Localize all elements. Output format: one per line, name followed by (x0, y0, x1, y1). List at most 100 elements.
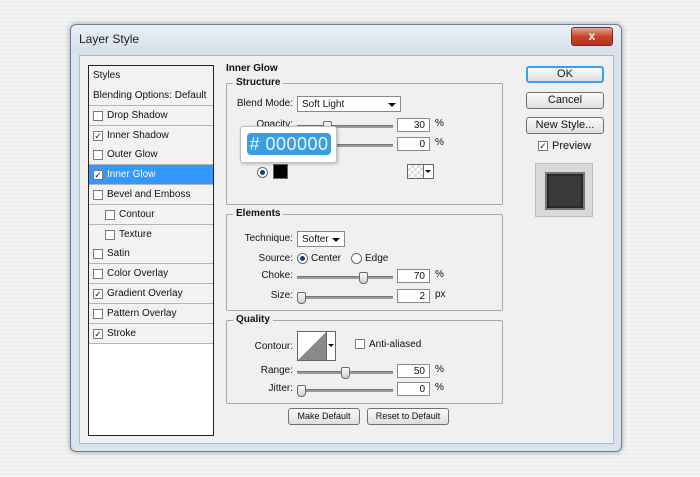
style-item-label: Inner Shadow (107, 129, 169, 141)
new-style-button[interactable]: New Style... (526, 117, 604, 134)
noise-input[interactable]: 0 (397, 137, 430, 151)
jitter-slider-thumb[interactable] (297, 385, 306, 397)
close-button[interactable]: x (571, 27, 613, 46)
source-label: Source: (258, 253, 293, 264)
style-item-label: Drop Shadow (107, 109, 168, 121)
range-label: Range: (260, 365, 293, 376)
style-checkbox[interactable] (93, 150, 103, 161)
size-slider[interactable] (297, 292, 393, 304)
jitter-label: Jitter: (268, 383, 293, 394)
color-tooltip: # 000000 (240, 126, 337, 163)
styles-list-item[interactable]: Color Overlay (89, 264, 213, 285)
size-label: Size: (270, 290, 293, 301)
range-unit: % (435, 364, 444, 375)
dialog-body: Styles Blending Options: Default Drop Sha… (79, 55, 614, 444)
source-center-radio[interactable] (297, 253, 308, 264)
styles-list-item[interactable]: Texture (89, 224, 213, 245)
source-center-label: Center (311, 253, 342, 264)
style-item-label: Pattern Overlay (107, 307, 177, 319)
style-item-label: Contour (119, 208, 155, 220)
styles-header-label: Styles (93, 70, 121, 81)
styles-list-item[interactable]: ✓ Inner Shadow (89, 125, 213, 146)
style-checkbox-checked[interactable]: ✓ (93, 170, 103, 181)
styles-list-item[interactable]: Bevel and Emboss (89, 185, 213, 205)
styles-list-item[interactable]: Drop Shadow (89, 105, 213, 126)
close-icon: x (588, 29, 596, 43)
contour-label: Contour: (254, 341, 293, 352)
style-checkbox-checked[interactable]: ✓ (93, 130, 103, 141)
size-unit: px (435, 289, 446, 300)
range-slider[interactable] (297, 367, 393, 379)
anti-aliased-checkbox[interactable] (355, 339, 365, 349)
style-checkbox[interactable] (93, 110, 103, 121)
contour-icon (298, 332, 326, 360)
styles-header[interactable]: Styles (88, 65, 214, 87)
color-radio[interactable] (257, 167, 268, 178)
styles-list-item[interactable]: Contour (89, 204, 213, 225)
styles-list-item[interactable]: Outer Glow (89, 145, 213, 166)
cancel-button[interactable]: Cancel (526, 92, 604, 109)
preview-swatch (545, 172, 585, 210)
contour-preview[interactable] (297, 331, 327, 361)
style-checkbox[interactable] (93, 249, 103, 260)
styles-list-item[interactable]: Blending Options: Default (89, 86, 213, 106)
size-input[interactable]: 2 (397, 289, 430, 303)
ok-button[interactable]: OK (526, 66, 604, 83)
quality-group: Quality Contour: Anti-aliased Range: 50 … (226, 314, 503, 404)
choke-slider-thumb[interactable] (359, 272, 368, 284)
choke-unit: % (435, 269, 444, 280)
choke-label: Choke: (261, 270, 293, 281)
preview-checkbox[interactable]: ✓ (538, 141, 548, 151)
style-checkbox[interactable] (93, 308, 103, 319)
style-item-label: Inner Glow (107, 169, 156, 181)
source-edge-radio[interactable] (351, 253, 362, 264)
color-hex-label: # 000000 (247, 133, 331, 155)
jitter-input[interactable]: 0 (397, 382, 430, 396)
range-input[interactable]: 50 (397, 364, 430, 378)
choke-input[interactable]: 70 (397, 269, 430, 283)
style-checkbox-checked[interactable]: ✓ (93, 289, 103, 299)
technique-select[interactable]: Softer (297, 231, 345, 247)
chevron-down-icon (388, 103, 396, 107)
glow-color-swatch[interactable] (273, 164, 288, 179)
jitter-unit: % (435, 382, 444, 393)
reset-default-button[interactable]: Reset to Default (367, 408, 449, 425)
style-checkbox[interactable] (93, 190, 103, 200)
style-checkbox[interactable] (105, 209, 115, 220)
style-item-label: Texture (119, 228, 152, 240)
panel-title: Inner Glow (226, 63, 278, 74)
make-default-button[interactable]: Make Default (288, 408, 360, 425)
gradient-dropdown[interactable] (423, 164, 434, 179)
styles-list-item[interactable]: ✓ Stroke (89, 323, 213, 344)
style-item-label: Outer Glow (107, 149, 158, 161)
style-item-label: Stroke (107, 327, 136, 339)
style-checkbox[interactable] (93, 269, 103, 280)
opacity-input[interactable]: 30 (397, 118, 430, 132)
style-item-label: Color Overlay (107, 268, 169, 280)
size-slider-thumb[interactable] (297, 292, 306, 304)
range-slider-thumb[interactable] (341, 367, 350, 379)
styles-list-item[interactable]: Satin (89, 244, 213, 265)
chevron-down-icon (332, 238, 340, 242)
title-bar[interactable]: Layer Style x (71, 25, 621, 53)
preview-thumbnail (535, 163, 593, 217)
elements-title: Elements (233, 208, 284, 219)
styles-list-item[interactable]: Pattern Overlay (89, 303, 213, 324)
opacity-unit: % (435, 118, 444, 129)
quality-title: Quality (233, 314, 273, 325)
styles-list-item[interactable]: ✓ Gradient Overlay (89, 284, 213, 304)
style-checkbox[interactable] (105, 229, 115, 240)
technique-value: Softer (302, 234, 329, 245)
styles-list-item[interactable]: ✓ Inner Glow (89, 165, 213, 186)
style-item-label: Bevel and Emboss (107, 189, 191, 200)
style-checkbox-checked[interactable]: ✓ (93, 328, 103, 339)
window-title: Layer Style (79, 32, 140, 46)
structure-title: Structure (233, 77, 284, 88)
blend-mode-select[interactable]: Soft Light (297, 96, 401, 112)
anti-aliased-label: Anti-aliased (369, 339, 422, 350)
elements-group: Elements Technique: Softer Source: Cente… (226, 208, 503, 311)
contour-dropdown[interactable] (326, 331, 336, 361)
jitter-slider[interactable] (297, 385, 393, 397)
choke-slider[interactable] (297, 272, 393, 284)
style-item-label: Gradient Overlay (107, 288, 183, 299)
